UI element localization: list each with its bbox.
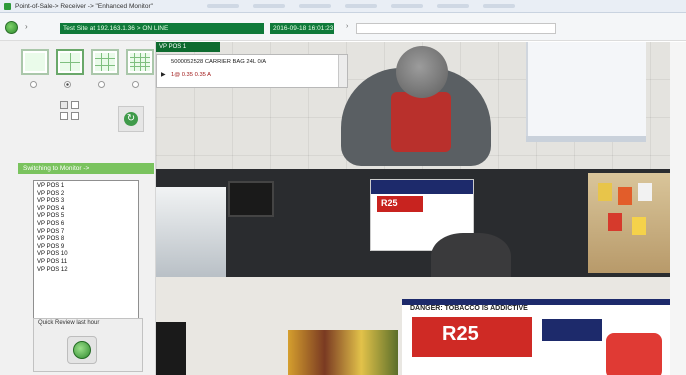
person-head — [396, 46, 448, 98]
right-shelf-image — [588, 173, 670, 273]
refresh-button[interactable]: ↻ — [118, 106, 144, 132]
person-shirt — [391, 92, 451, 152]
address-bar: › Test Site at 192.163.1.36 > ON LINE 20… — [0, 13, 686, 41]
overhead-camera-frame: VP POS 1 ▶ 5000052528 CARRIER BAG 24L 0/… — [156, 42, 670, 169]
pos-list-item[interactable]: VP POS 5 — [37, 213, 135, 221]
pos-list-item[interactable]: VP POS 1 — [37, 183, 135, 191]
layout-radio[interactable] — [64, 81, 71, 88]
pos-list-item[interactable]: VP POS 12 — [37, 267, 135, 275]
datetime-display: 2016-09-18 16:01:23 — [270, 23, 334, 34]
pos-list-item[interactable]: VP POS 11 — [37, 259, 135, 267]
pos-list-item[interactable]: VP POS 9 — [37, 244, 135, 252]
app-icon — [4, 2, 11, 10]
globe-icon[interactable] — [5, 21, 18, 34]
camera-view[interactable]: VP POS 1 ▶ 5000052528 CARRIER BAG 24L 0/… — [156, 42, 670, 375]
window-title: Point-of-Sale-> Receiver -> "Enhanced Mo… — [15, 2, 153, 10]
menu-item[interactable] — [390, 4, 423, 8]
row-pointer-icon: ▶ — [161, 72, 166, 78]
product-box — [608, 213, 622, 231]
product-box — [598, 183, 612, 201]
storage-box — [526, 42, 646, 138]
camera-label: VP POS 1 — [156, 42, 220, 52]
product-box — [638, 183, 652, 201]
layout-4x4-button[interactable] — [126, 49, 154, 75]
menu-bar — [206, 4, 515, 8]
tobacco-warning-sign: DANGER: TOBACCO IS ADDICTIVE R25 — [402, 299, 670, 375]
pos-list-item[interactable]: VP POS 7 — [37, 229, 135, 237]
window-titlebar: Point-of-Sale-> Receiver -> "Enhanced Mo… — [0, 0, 686, 13]
pos-list-item[interactable]: VP POS 10 — [37, 251, 135, 259]
pos-terminal-image — [228, 181, 274, 217]
quadrant-checkbox[interactable] — [60, 101, 68, 109]
layout-radio[interactable] — [132, 81, 139, 88]
menu-item[interactable] — [298, 4, 331, 8]
sign-red-block — [606, 333, 662, 375]
layout-radio[interactable] — [30, 81, 37, 88]
play-icon — [73, 341, 91, 359]
brand-sign-text: R25 — [442, 323, 479, 345]
pos-list-item[interactable]: VP POS 8 — [37, 236, 135, 244]
brand-sign-text: R25 — [381, 198, 398, 208]
chevron-right-icon: › — [346, 23, 349, 30]
layout-radio[interactable] — [98, 81, 105, 88]
quadrant-checkbox[interactable] — [60, 112, 68, 120]
quick-review-button[interactable] — [67, 336, 97, 364]
sidebar: ↻ Switching to Monitor -> VP POS 1 VP POS… — [0, 41, 156, 375]
site-path-field[interactable]: Test Site at 192.163.1.36 > ON LINE — [60, 23, 264, 34]
counter-camera-frame: R25 DANGER: TOBACCO IS ADDICTIVE R25 — [156, 169, 670, 375]
products-image — [288, 330, 398, 375]
layout-1x1-button[interactable] — [21, 49, 49, 75]
layout-selector — [21, 49, 154, 75]
right-margin — [670, 42, 686, 375]
product-box — [632, 217, 646, 235]
menu-item[interactable] — [206, 4, 239, 8]
left-shelf-image — [156, 187, 226, 277]
quadrant-checkbox[interactable] — [71, 101, 79, 109]
quick-review-panel: Quick Review last hour — [33, 318, 143, 372]
menu-item[interactable] — [252, 4, 285, 8]
refresh-icon: ↻ — [124, 112, 138, 126]
menu-item[interactable] — [482, 4, 515, 8]
switching-to-monitor-label: Switching to Monitor -> — [18, 163, 154, 174]
receipt-overlay: ▶ 5000052528 CARRIER BAG 24L 0/A 1@ 0.35… — [156, 54, 348, 88]
product-box — [618, 187, 632, 205]
search-input[interactable] — [356, 23, 556, 34]
box-edge — [526, 136, 646, 142]
pos-list-item[interactable]: VP POS 3 — [37, 198, 135, 206]
monitor-image — [156, 322, 186, 375]
pos-list-item[interactable]: VP POS 6 — [37, 221, 135, 229]
receipt-line: 1@ 0.35 0.35 A — [171, 72, 212, 78]
sign-blue-block — [542, 319, 602, 341]
layout-radio-group — [30, 81, 139, 88]
menu-item[interactable] — [344, 4, 377, 8]
receipt-line: 5000052528 CARRIER BAG 24L 0/A — [171, 59, 267, 65]
quick-review-label: Quick Review last hour — [38, 320, 100, 326]
pos-list-item[interactable]: VP POS 4 — [37, 206, 135, 214]
sign-band — [371, 180, 473, 194]
pos-list-item[interactable]: VP POS 2 — [37, 191, 135, 199]
pos-list[interactable]: VP POS 1 VP POS 2 VP POS 3 VP POS 4 VP POS 5… — [33, 180, 139, 320]
receipt-scrollbar[interactable] — [338, 55, 347, 87]
warning-text: DANGER: TOBACCO IS ADDICTIVE — [410, 305, 528, 312]
menu-item[interactable] — [436, 4, 469, 8]
quadrant-checkbox[interactable] — [71, 112, 79, 120]
layout-2x2-button[interactable] — [56, 49, 84, 75]
quadrant-checkboxes — [60, 101, 79, 120]
layout-3x3-button[interactable] — [91, 49, 119, 75]
chevron-right-icon: › — [25, 22, 28, 31]
